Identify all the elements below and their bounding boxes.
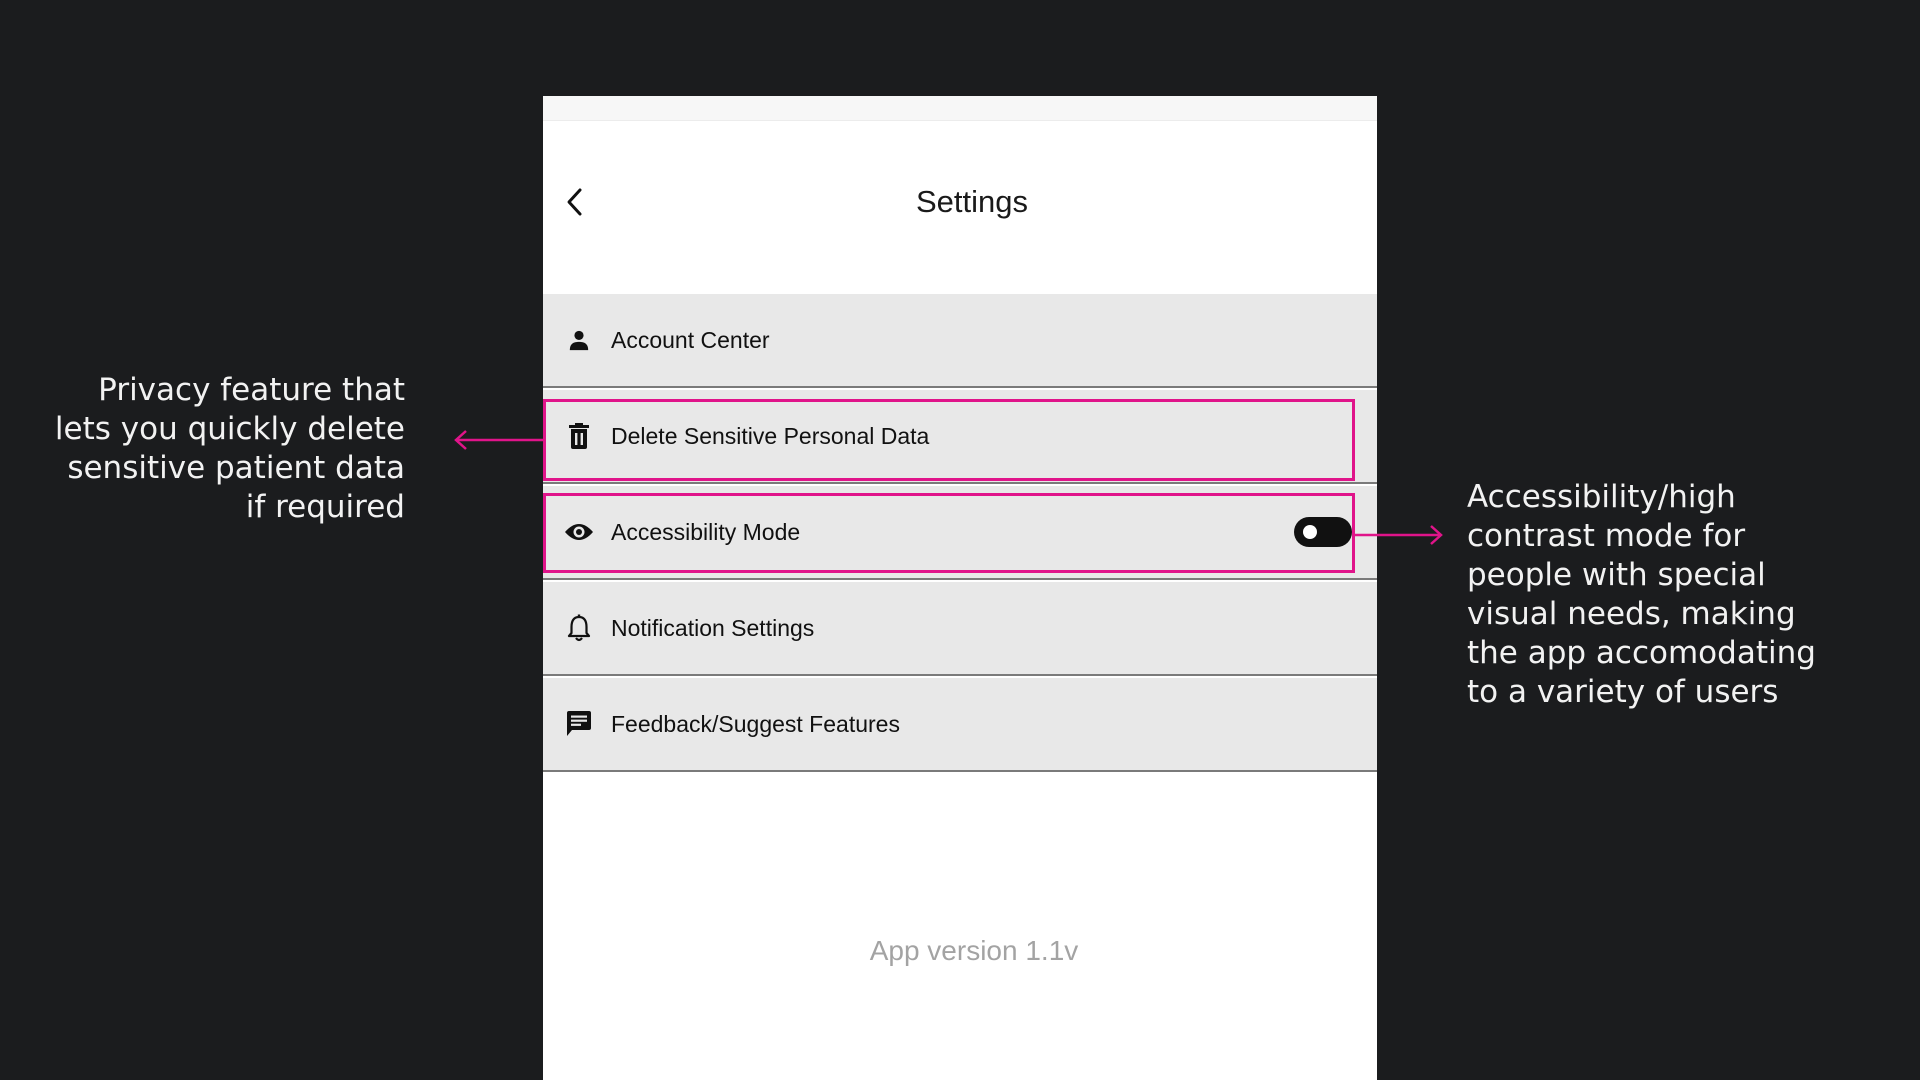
trash-icon	[563, 390, 595, 482]
app-version: App version 1.1v	[869, 935, 1079, 966]
menu-item-label: Notification Settings	[611, 614, 815, 641]
annotation-line: contrast mode for	[1467, 518, 1746, 554]
arrow-left-icon	[454, 430, 544, 450]
annotation-privacy: Privacy feature that lets you quickly de…	[20, 371, 405, 527]
annotation-line: sensitive patient data	[67, 450, 405, 486]
arrow-right-icon	[1355, 525, 1443, 545]
annotation-line: the app accomodating	[1467, 635, 1816, 671]
menu-item-accessibility-mode[interactable]: Accessibility Mode	[543, 486, 1377, 580]
annotation-line: people with special	[1467, 557, 1766, 593]
menu-item-label: Feedback/Suggest Features	[611, 710, 900, 737]
bell-icon	[563, 582, 595, 674]
person-icon	[563, 294, 595, 386]
menu-item-notification-settings[interactable]: Notification Settings	[543, 582, 1377, 676]
menu-item-delete-sensitive-data[interactable]: Delete Sensitive Personal Data	[543, 390, 1377, 484]
annotation-accessibility: Accessibility/high contrast mode for peo…	[1467, 478, 1887, 712]
page-title: Settings	[915, 184, 1028, 219]
annotation-line: Privacy feature that	[98, 372, 405, 408]
annotation-line: to a variety of users	[1467, 674, 1779, 710]
toggle-knob	[1303, 525, 1317, 539]
eye-icon	[563, 486, 595, 578]
chat-icon	[563, 678, 595, 770]
annotation-line: if required	[245, 489, 405, 525]
annotation-line: Accessibility/high	[1467, 479, 1736, 515]
accessibility-toggle[interactable]	[1294, 517, 1352, 547]
status-bar	[543, 96, 1377, 121]
annotation-line: visual needs, making	[1467, 596, 1796, 632]
menu-item-label: Delete Sensitive Personal Data	[611, 422, 930, 449]
menu-item-account-center[interactable]: Account Center	[543, 294, 1377, 388]
menu-item-label: Account Center	[611, 326, 770, 353]
menu-item-label: Accessibility Mode	[611, 518, 801, 545]
settings-screen: Settings Account Center Delete Sensitive…	[543, 96, 1377, 1080]
annotation-line: lets you quickly delete	[54, 411, 405, 447]
menu-item-feedback[interactable]: Feedback/Suggest Features	[543, 678, 1377, 772]
